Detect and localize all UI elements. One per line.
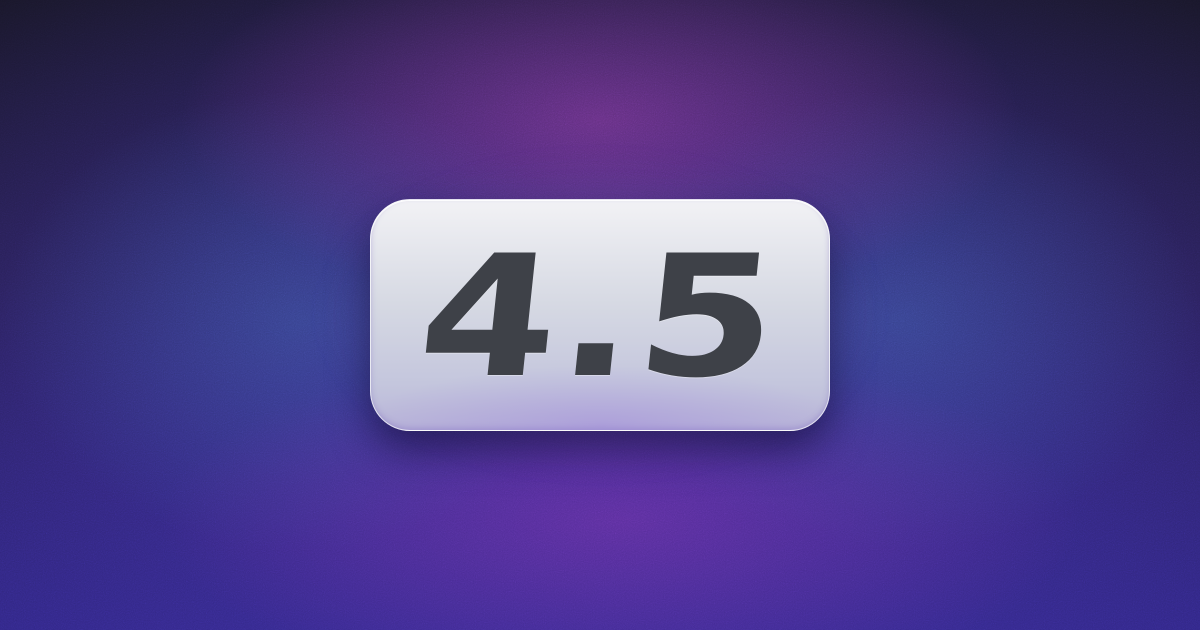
version-number: 4.5 <box>410 219 790 415</box>
version-badge: 4.5 <box>370 199 830 431</box>
